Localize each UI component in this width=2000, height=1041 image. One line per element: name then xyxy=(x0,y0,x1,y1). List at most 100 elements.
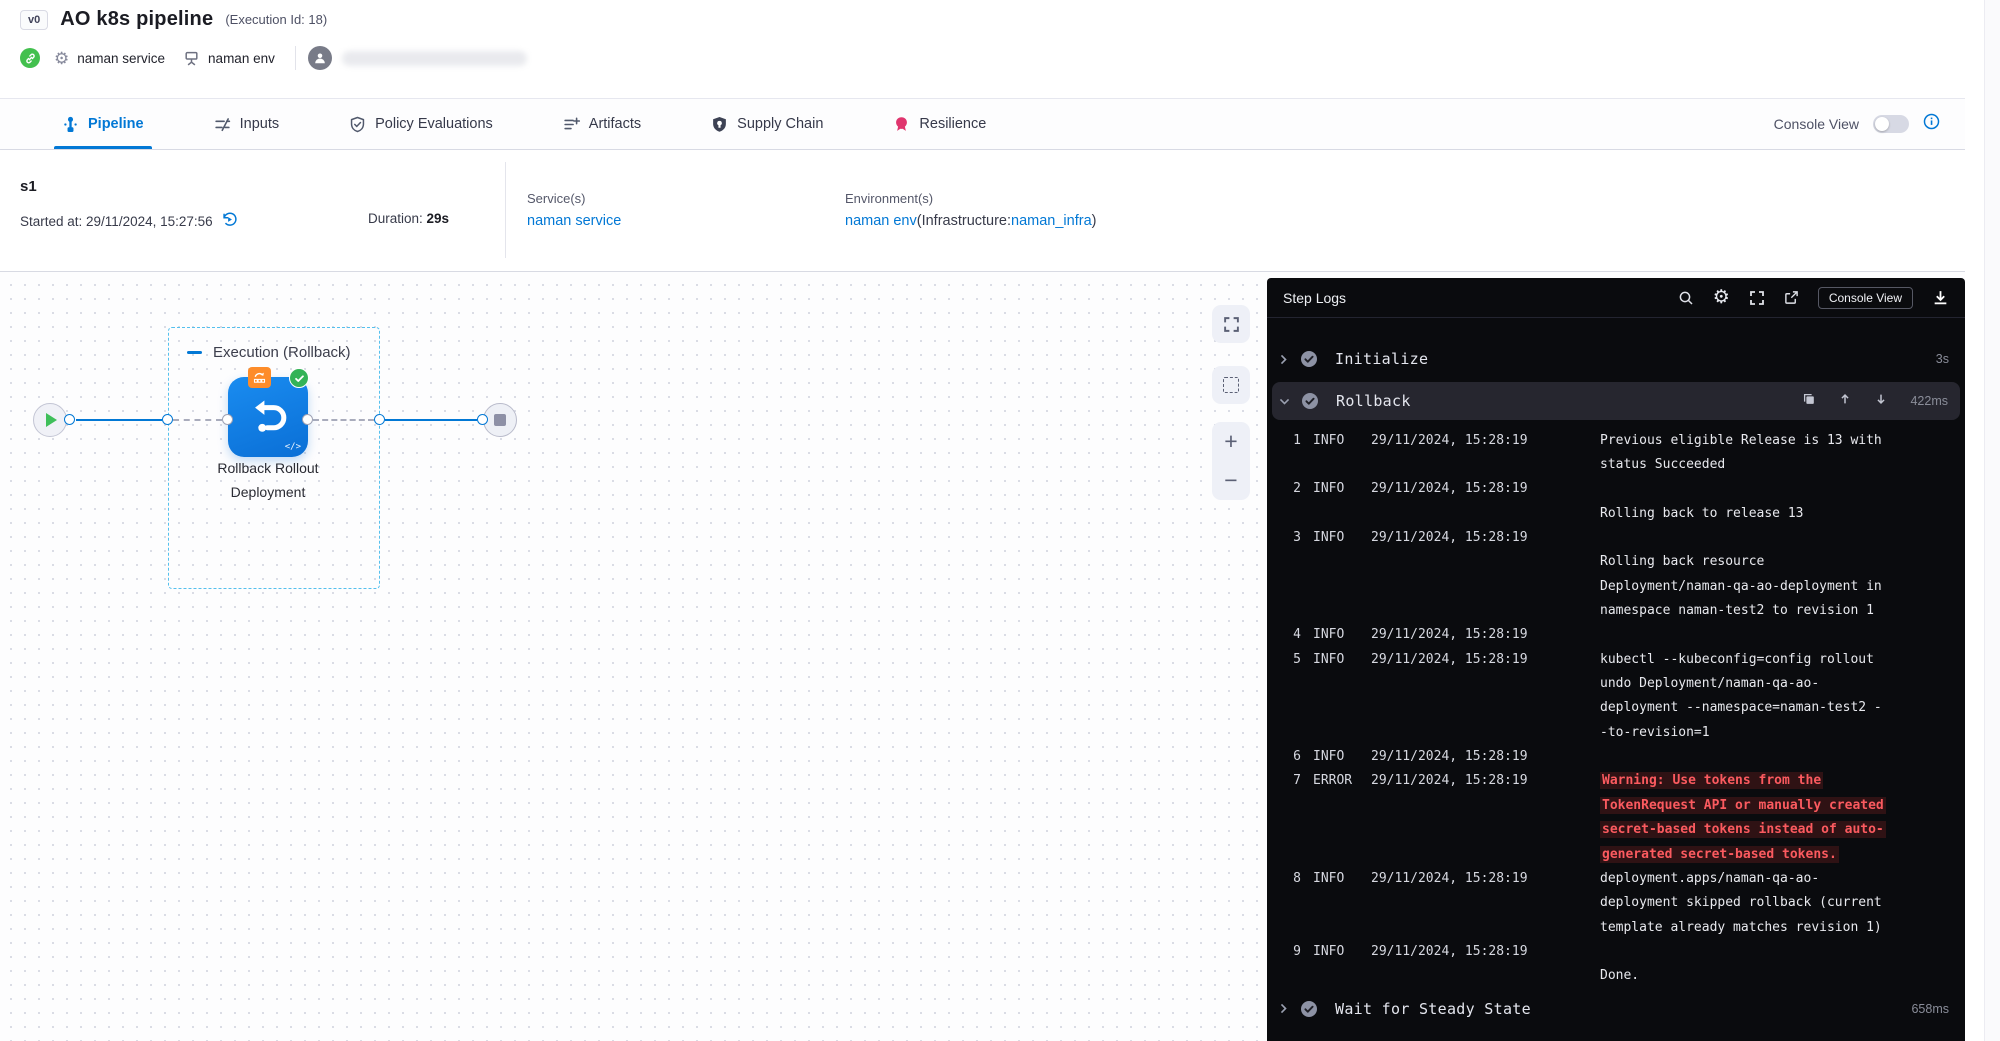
chevron-down-icon[interactable] xyxy=(1278,395,1292,408)
log-message: Warning: Use tokens from the xyxy=(1543,773,1965,788)
scroll-down-icon[interactable] xyxy=(1874,392,1888,411)
log-lines-container[interactable]: 1INFO29/11/2024, 15:28:19Previous eligib… xyxy=(1267,428,1965,988)
log-timestamp: 29/11/2024, 15:28:19 xyxy=(1371,433,1531,448)
log-fullscreen-icon[interactable] xyxy=(1749,290,1765,306)
log-section-wait-for-steady-state[interactable]: Wait for Steady State 658ms xyxy=(1267,990,1965,1028)
log-line: Done. xyxy=(1267,964,1965,988)
log-line: 8INFO29/11/2024, 15:28:19deployment.apps… xyxy=(1267,866,1965,890)
tab-policy-evaluations[interactable]: Policy Evaluations xyxy=(329,99,513,149)
section-duration: 658ms xyxy=(1911,1002,1949,1016)
step-logs-header: Step Logs ⚙ Console View xyxy=(1267,278,1965,318)
tab-label: Pipeline xyxy=(88,116,144,132)
console-view-button[interactable]: Console View xyxy=(1818,287,1913,309)
log-line: Deployment/naman-qa-ao-deployment in xyxy=(1267,574,1965,598)
environments-column: Environment(s) naman env(Infrastructure:… xyxy=(845,191,1096,229)
log-line: -to-revision=1 xyxy=(1267,720,1965,744)
header-service-name[interactable]: naman service xyxy=(77,51,165,66)
service-link[interactable]: naman service xyxy=(527,213,621,229)
log-settings-gear-icon[interactable]: ⚙ xyxy=(1713,288,1730,307)
infrastructure-prefix: (Infrastructure: xyxy=(917,213,1011,229)
open-in-new-icon[interactable] xyxy=(1784,290,1799,305)
copy-icon[interactable] xyxy=(1802,392,1816,411)
artifacts-icon xyxy=(563,116,580,133)
connector-dot[interactable] xyxy=(162,414,173,425)
tab-pipeline[interactable]: Pipeline xyxy=(42,99,164,149)
log-message: template already matches revision 1) xyxy=(1543,920,1965,935)
started-at: Started at: 29/11/2024, 15:27:56 xyxy=(20,211,238,231)
canvas-fit-view-button[interactable] xyxy=(1212,305,1250,343)
group-title: Execution (Rollback) xyxy=(213,344,351,361)
play-icon xyxy=(46,413,57,427)
started-at-text: Started at: 29/11/2024, 15:27:56 xyxy=(20,214,213,229)
edge-start-to-group xyxy=(76,419,162,421)
section-name: Initialize xyxy=(1335,350,1428,368)
log-line: 9INFO29/11/2024, 15:28:19 xyxy=(1267,939,1965,963)
version-badge: v0 xyxy=(20,10,48,30)
duration-label: Duration: xyxy=(368,211,427,226)
user-avatar xyxy=(308,46,332,70)
connector-dot[interactable] xyxy=(222,414,233,425)
log-line-number: 7 xyxy=(1285,773,1301,788)
services-label: Service(s) xyxy=(527,191,621,206)
connector-dot[interactable] xyxy=(302,414,313,425)
chevron-right-icon[interactable] xyxy=(1277,353,1291,366)
environment-link[interactable]: naman env xyxy=(845,213,917,229)
log-message: deployment --namespace=naman-test2 - xyxy=(1543,700,1965,715)
log-line: generated secret-based tokens. xyxy=(1267,842,1965,866)
log-timestamp: 29/11/2024, 15:28:19 xyxy=(1371,749,1531,764)
right-gutter xyxy=(1965,0,2000,1041)
log-line: 2INFO29/11/2024, 15:28:19 xyxy=(1267,477,1965,501)
log-line: deployment --namespace=naman-test2 - xyxy=(1267,696,1965,720)
log-message: Rolling back resource xyxy=(1543,554,1965,569)
log-message: Rolling back to release 13 xyxy=(1543,506,1965,521)
connector-dot[interactable] xyxy=(374,414,385,425)
canvas-multi-select-button[interactable] xyxy=(1212,366,1250,404)
search-icon[interactable] xyxy=(1678,290,1694,306)
rollback-step-node[interactable]: </> xyxy=(228,377,308,457)
header-environment-name[interactable]: naman env xyxy=(208,51,275,66)
log-section-initialize[interactable]: Initialize 3s xyxy=(1267,342,1965,376)
log-message: namespace naman-test2 to revision 1 xyxy=(1543,603,1965,618)
log-level: INFO xyxy=(1313,433,1359,448)
tab-label: Resilience xyxy=(919,116,986,132)
log-line-number: 9 xyxy=(1285,944,1301,959)
info-icon[interactable] xyxy=(1923,113,1940,135)
tab-supply-chain[interactable]: Supply Chain xyxy=(691,99,843,149)
canvas-zoom-controls: + − xyxy=(1212,422,1250,500)
log-line: 1INFO29/11/2024, 15:28:19Previous eligib… xyxy=(1267,428,1965,452)
zoom-out-button[interactable]: − xyxy=(1224,469,1237,492)
tab-artifacts[interactable]: Artifacts xyxy=(543,99,661,149)
tab-label: Inputs xyxy=(240,116,280,132)
download-logs-icon[interactable] xyxy=(1932,289,1949,306)
log-timestamp: 29/11/2024, 15:28:19 xyxy=(1371,773,1531,788)
step-label-line1: Rollback Rollout xyxy=(188,457,348,481)
tab-label: Supply Chain xyxy=(737,116,823,132)
scroll-up-icon[interactable] xyxy=(1838,392,1852,411)
log-level: INFO xyxy=(1313,871,1359,886)
inputs-icon xyxy=(214,116,231,133)
resilience-icon xyxy=(893,116,910,133)
console-view-toggle[interactable] xyxy=(1873,115,1909,133)
log-line-number: 5 xyxy=(1285,652,1301,667)
log-level: INFO xyxy=(1313,944,1359,959)
chevron-right-icon[interactable] xyxy=(1277,1002,1291,1015)
zoom-in-button[interactable]: + xyxy=(1224,430,1237,453)
log-message: status Succeeded xyxy=(1543,457,1965,472)
tab-resilience[interactable]: Resilience xyxy=(873,99,1006,149)
connector-dot[interactable] xyxy=(64,414,75,425)
infrastructure-link[interactable]: naman_infra xyxy=(1011,213,1092,229)
supply-chain-icon xyxy=(711,116,728,133)
tab-inputs[interactable]: Inputs xyxy=(194,99,300,149)
log-level: INFO xyxy=(1313,481,1359,496)
log-line-number: 4 xyxy=(1285,627,1301,642)
step-label-line2: Deployment xyxy=(188,481,348,505)
connector-dot[interactable] xyxy=(477,414,488,425)
log-line: 7ERROR29/11/2024, 15:28:19Warning: Use t… xyxy=(1267,769,1965,793)
page-scrollbar[interactable] xyxy=(1984,0,2000,1041)
rerun-history-icon[interactable] xyxy=(221,211,238,231)
log-section-rollback[interactable]: Rollback 422ms xyxy=(1272,382,1960,420)
collapse-icon[interactable] xyxy=(187,351,202,354)
stage-divider xyxy=(505,162,506,258)
environment-icon xyxy=(183,50,200,67)
log-line: 6INFO29/11/2024, 15:28:19 xyxy=(1267,744,1965,768)
